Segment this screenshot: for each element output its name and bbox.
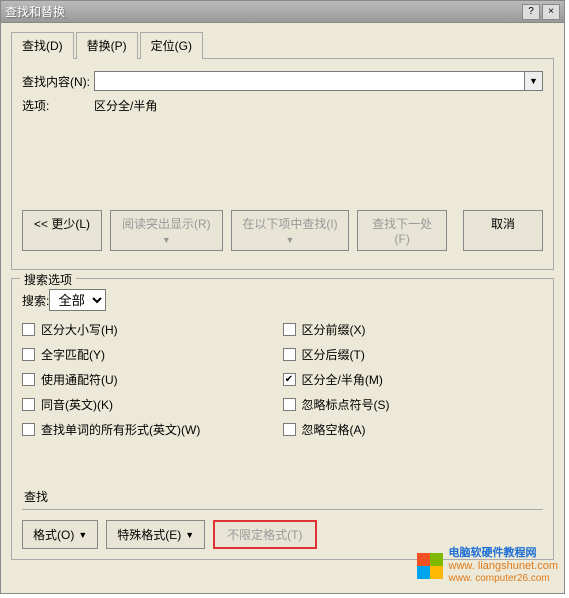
- full-half-width-checkbox[interactable]: ✔ 区分全/半角(M): [283, 371, 544, 388]
- format-button-row: 格式(O) ▼ 特殊格式(E) ▼ 不限定格式(T): [22, 509, 543, 549]
- chevron-down-icon: ▼: [185, 530, 194, 540]
- find-content-combo: ▼: [94, 71, 543, 91]
- chevron-down-icon: ▼: [162, 235, 171, 245]
- format-button-label: 格式(O): [33, 526, 74, 543]
- find-content-dropdown-button[interactable]: ▼: [525, 71, 543, 91]
- less-button-label: << 更少(L): [34, 217, 90, 231]
- watermark-line1: 电脑软硬件教程网: [449, 547, 558, 560]
- ignore-punct-label: 忽略标点符号(S): [302, 396, 390, 413]
- find-in-label: 在以下项中查找(I): [242, 217, 337, 231]
- find-next-button[interactable]: 查找下一处(F): [357, 210, 447, 251]
- titlebar: 查找和替换 ? ×: [1, 1, 564, 23]
- checkbox-box-checked: ✔: [283, 373, 296, 386]
- options-label: 选项:: [22, 97, 94, 114]
- windows-logo-icon: [417, 553, 443, 579]
- options-value: 区分全/半角: [94, 97, 157, 114]
- watermark: 电脑软硬件教程网 www. liangshunet.com www. compu…: [417, 547, 558, 585]
- chevron-down-icon: ▼: [529, 76, 538, 86]
- find-format-label: 查找: [22, 488, 543, 505]
- checkbox-box: [22, 398, 35, 411]
- search-direction-row: 搜索: 全部: [22, 289, 543, 311]
- help-button[interactable]: ?: [522, 4, 540, 20]
- word-forms-checkbox[interactable]: 查找单词的所有形式(英文)(W): [22, 421, 283, 438]
- titlebar-title: 查找和替换: [5, 3, 520, 20]
- find-next-label: 查找下一处(F): [372, 217, 432, 246]
- match-suffix-label: 区分后缀(T): [302, 346, 365, 363]
- chevron-down-icon: ▼: [286, 235, 295, 245]
- search-direction-label: 搜索:: [22, 292, 49, 309]
- no-format-label: 不限定格式(T): [227, 528, 302, 542]
- tab-find[interactable]: 查找(D): [11, 32, 74, 59]
- close-button[interactable]: ×: [542, 4, 560, 20]
- watermark-line2: www. liangshunet.com: [449, 560, 558, 573]
- ignore-space-checkbox[interactable]: 忽略空格(A): [283, 421, 544, 438]
- checkbox-box: [22, 323, 35, 336]
- tab-replace-label: 替换(P): [87, 39, 127, 53]
- sounds-like-label: 同音(英文)(K): [41, 396, 113, 413]
- checkbox-box: [22, 373, 35, 386]
- find-content-label: 查找内容(N):: [22, 73, 94, 90]
- search-direction-select[interactable]: 全部: [49, 289, 106, 311]
- search-options-fieldset: 搜索选项 搜索: 全部 区分大小写(H) 全字匹配(Y) 使用通配符(U) 同音…: [11, 278, 554, 560]
- checkbox-columns: 区分大小写(H) 全字匹配(Y) 使用通配符(U) 同音(英文)(K) 查找单词…: [22, 321, 543, 438]
- full-half-width-label: 区分全/半角(M): [302, 371, 383, 388]
- tabstrip: 查找(D) 替换(P) 定位(G): [11, 31, 554, 59]
- checkbox-box: [22, 348, 35, 361]
- match-prefix-label: 区分前缀(X): [302, 321, 366, 338]
- checkbox-box: [283, 398, 296, 411]
- whole-word-checkbox[interactable]: 全字匹配(Y): [22, 346, 283, 363]
- wildcard-checkbox[interactable]: 使用通配符(U): [22, 371, 283, 388]
- cancel-button-label: 取消: [491, 217, 515, 231]
- find-content-row: 查找内容(N): ▼: [22, 71, 543, 91]
- find-in-button[interactable]: 在以下项中查找(I) ▼: [231, 210, 350, 251]
- tab-panel-find: 查找内容(N): ▼ 选项: 区分全/半角 << 更少(L) 阅读突出显示(R)…: [11, 59, 554, 270]
- search-options-legend: 搜索选项: [20, 271, 76, 288]
- tab-find-label: 查找(D): [22, 39, 63, 53]
- tab-goto-label: 定位(G): [151, 39, 192, 53]
- match-suffix-checkbox[interactable]: 区分后缀(T): [283, 346, 544, 363]
- checkbox-box: [283, 323, 296, 336]
- wildcard-label: 使用通配符(U): [41, 371, 118, 388]
- reading-highlight-label: 阅读突出显示(R): [122, 217, 211, 231]
- special-format-button[interactable]: 特殊格式(E) ▼: [106, 520, 205, 549]
- dialog-content: 查找(D) 替换(P) 定位(G) 查找内容(N): ▼ 选项: 区分全/半角 …: [1, 23, 564, 568]
- no-format-button[interactable]: 不限定格式(T): [213, 520, 316, 549]
- tab-replace[interactable]: 替换(P): [76, 32, 138, 59]
- sounds-like-checkbox[interactable]: 同音(英文)(K): [22, 396, 283, 413]
- ignore-space-label: 忽略空格(A): [302, 421, 366, 438]
- format-button[interactable]: 格式(O) ▼: [22, 520, 98, 549]
- find-format-section: 查找 格式(O) ▼ 特殊格式(E) ▼ 不限定格式(T): [22, 488, 543, 549]
- options-row: 选项: 区分全/半角: [22, 97, 543, 114]
- checkbox-col-right: 区分前缀(X) 区分后缀(T) ✔ 区分全/半角(M) 忽略标点符号(S) 忽略空…: [283, 321, 544, 438]
- match-prefix-checkbox[interactable]: 区分前缀(X): [283, 321, 544, 338]
- chevron-down-icon: ▼: [78, 530, 87, 540]
- reading-highlight-button[interactable]: 阅读突出显示(R) ▼: [110, 210, 223, 251]
- cancel-button[interactable]: 取消: [463, 210, 543, 251]
- help-icon: ?: [528, 6, 534, 17]
- watermark-text: 电脑软硬件教程网 www. liangshunet.com www. compu…: [449, 547, 558, 585]
- close-icon: ×: [548, 6, 554, 17]
- whole-word-label: 全字匹配(Y): [41, 346, 105, 363]
- checkbox-box: [22, 423, 35, 436]
- ignore-punct-checkbox[interactable]: 忽略标点符号(S): [283, 396, 544, 413]
- find-content-input[interactable]: [94, 71, 525, 91]
- match-case-checkbox[interactable]: 区分大小写(H): [22, 321, 283, 338]
- tab-goto[interactable]: 定位(G): [140, 32, 203, 59]
- match-case-label: 区分大小写(H): [41, 321, 118, 338]
- less-button[interactable]: << 更少(L): [22, 210, 102, 251]
- checkbox-box: [283, 348, 296, 361]
- checkbox-col-left: 区分大小写(H) 全字匹配(Y) 使用通配符(U) 同音(英文)(K) 查找单词…: [22, 321, 283, 438]
- word-forms-label: 查找单词的所有形式(英文)(W): [41, 421, 200, 438]
- find-replace-dialog: 查找和替换 ? × 查找(D) 替换(P) 定位(G) 查找内容(N): ▼ 选…: [0, 0, 565, 594]
- action-button-row: << 更少(L) 阅读突出显示(R) ▼ 在以下项中查找(I) ▼ 查找下一处(…: [22, 204, 543, 257]
- checkbox-box: [283, 423, 296, 436]
- watermark-line3: www. computer26.com: [449, 573, 558, 585]
- special-format-label: 特殊格式(E): [117, 526, 181, 543]
